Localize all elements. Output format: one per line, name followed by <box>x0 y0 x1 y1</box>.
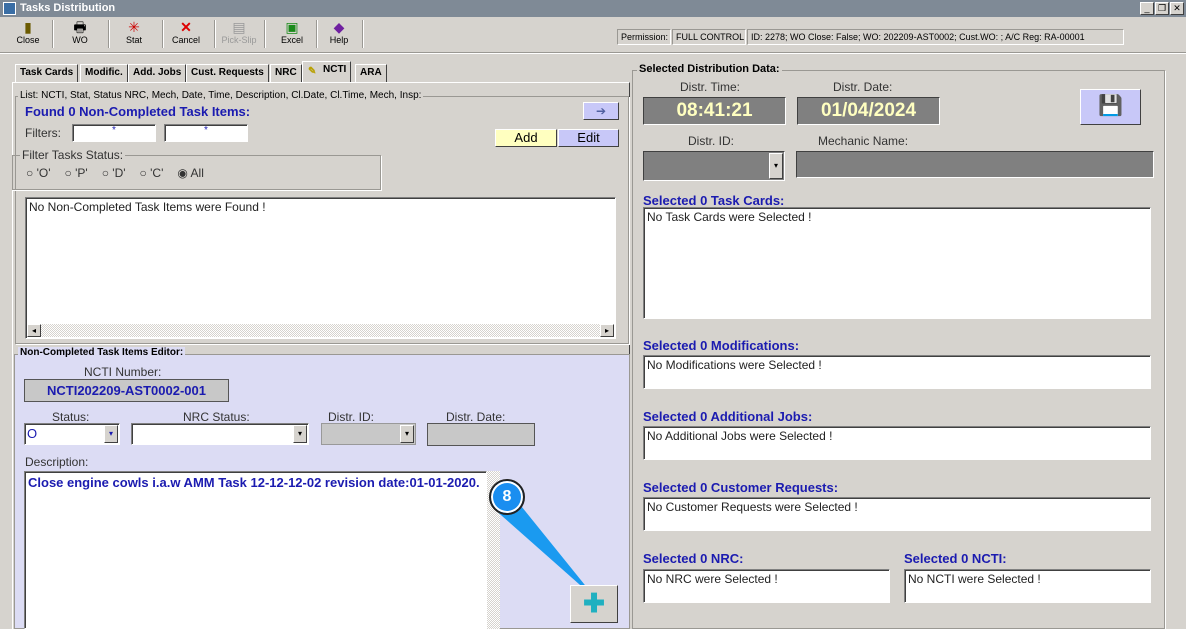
nrc-title: Selected 0 NRC: <box>643 551 744 566</box>
editor-distr-date-field <box>427 423 535 446</box>
window-title: Tasks Distribution <box>20 2 116 14</box>
permission-label: Permission: <box>617 29 671 45</box>
floppy-disk-icon: 💾 <box>1098 95 1123 117</box>
plus-icon: ✚ <box>583 588 605 618</box>
filters-label: Filters: <box>25 126 61 140</box>
description-label: Description: <box>25 455 89 469</box>
chevron-down-icon: ▾ <box>400 425 414 443</box>
minimize-button[interactable]: _ <box>1140 2 1154 15</box>
tab-ncti[interactable]: ✎ NCTI <box>302 61 352 82</box>
ncti-title: Selected 0 NCTI: <box>904 551 1007 566</box>
distr-id-label: Distr. ID: <box>688 134 735 148</box>
chevron-down-icon: ▾ <box>293 425 307 443</box>
ncti-number-label: NCTI Number: <box>84 365 162 379</box>
scroll-right-button[interactable]: ▸ <box>600 324 614 337</box>
editor-distr-id-select[interactable]: ▾ <box>321 423 416 445</box>
tab-nrc[interactable]: NRC <box>270 64 302 82</box>
distr-date-label: Distr. Date: <box>833 80 893 94</box>
distribution-caption: Selected Distribution Data: <box>637 63 782 75</box>
distr-time-label: Distr. Time: <box>680 80 741 94</box>
distr-date-field: 01/04/2024 <box>797 97 940 125</box>
ncti-list[interactable]: No NCTI were Selected ! <box>904 569 1151 603</box>
radio-d[interactable]: ○ 'D' <box>102 166 126 180</box>
arrow-right-icon: ➔ <box>595 104 607 118</box>
modifications-title: Selected 0 Modifications: <box>643 338 800 353</box>
help-button[interactable]: ◆ Help <box>320 19 358 49</box>
printer-icon: 🖶 <box>73 19 87 35</box>
status-select[interactable]: O ▾ <box>24 423 120 445</box>
mechanic-name-label: Mechanic Name: <box>818 134 909 148</box>
close-button[interactable]: ▮ Close <box>8 19 48 49</box>
door-exit-icon: ▮ <box>24 19 32 35</box>
add-item-button[interactable]: ✚ <box>570 585 618 623</box>
red-x-icon: ✕ <box>180 19 192 35</box>
save-button[interactable]: 💾 <box>1080 89 1141 125</box>
description-textarea[interactable]: Close engine cowls i.a.w AMM Task 12-12-… <box>24 471 487 629</box>
additional-jobs-title: Selected 0 Additional Jobs: <box>643 409 813 424</box>
close-window-button[interactable]: ✕ <box>1170 2 1184 15</box>
nrc-status-label: NRC Status: <box>183 410 250 424</box>
horizontal-scrollbar[interactable]: ◂ ▸ <box>27 324 614 337</box>
editor-caption: Non-Completed Task Items Editor: <box>18 347 186 358</box>
app-icon <box>3 2 16 15</box>
permission-value: FULL CONTROL <box>672 29 746 45</box>
distr-time-field: 08:41:21 <box>643 97 786 125</box>
task-items-list[interactable]: No Non-Completed Task Items were Found ! <box>25 197 616 339</box>
ncti-number-field: NCTI202209-AST0002-001 <box>24 379 229 402</box>
status-radio-group: ○ 'O' ○ 'P' ○ 'D' ○ 'C' ◉ All <box>26 166 204 180</box>
editor-distr-date-label: Distr. Date: <box>446 410 506 424</box>
chevron-down-icon: ▾ <box>104 425 118 443</box>
excel-button[interactable]: ▣ Excel <box>272 19 312 49</box>
stat-button[interactable]: ✳ Stat <box>114 19 154 49</box>
tab-task-cards[interactable]: Task Cards <box>15 64 79 82</box>
filter-input-2[interactable]: * <box>164 124 248 142</box>
mechanic-name-field[interactable] <box>796 151 1154 178</box>
additional-jobs-list[interactable]: No Additional Jobs were Selected ! <box>643 426 1151 460</box>
radio-o[interactable]: ○ 'O' <box>26 166 51 180</box>
scroll-left-button[interactable]: ◂ <box>27 324 41 337</box>
customer-requests-list[interactable]: No Customer Requests were Selected ! <box>643 497 1151 531</box>
callout-badge: 8 <box>489 479 525 515</box>
add-button[interactable]: Add <box>495 129 557 147</box>
chevron-down-icon: ▾ <box>769 153 783 179</box>
status-label: Status: <box>52 410 90 424</box>
maximize-button[interactable]: ❐ <box>1155 2 1169 15</box>
filter-input-1[interactable]: * <box>72 124 156 142</box>
tab-add-jobs[interactable]: Add. Jobs <box>128 64 187 82</box>
cancel-button[interactable]: ✕ Cancel <box>166 19 206 49</box>
modifications-list[interactable]: No Modifications were Selected ! <box>643 355 1151 389</box>
asterisk-icon: ✳ <box>128 19 140 35</box>
task-cards-list[interactable]: No Task Cards were Selected ! <box>643 207 1151 319</box>
excel-icon: ▣ <box>285 19 299 35</box>
radio-all[interactable]: ◉ All <box>177 166 204 180</box>
radio-c[interactable]: ○ 'C' <box>140 166 164 180</box>
edit-button[interactable]: Edit <box>558 129 619 147</box>
tab-modific[interactable]: Modific. <box>80 64 128 82</box>
distr-id-select[interactable]: ▾ <box>643 151 785 181</box>
task-cards-title: Selected 0 Task Cards: <box>643 193 785 208</box>
help-book-icon: ◆ <box>333 19 345 35</box>
wo-info: ID: 2278; WO Close: False; WO: 202209-AS… <box>747 29 1124 45</box>
found-count: Found 0 Non-Completed Task Items: <box>25 104 251 119</box>
wo-button[interactable]: 🖶 WO <box>60 19 100 49</box>
nrc-list[interactable]: No NRC were Selected ! <box>643 569 890 603</box>
notepad-icon: ✎ <box>308 66 317 77</box>
arrow-right-button[interactable]: ➔ <box>583 102 619 120</box>
radio-p[interactable]: ○ 'P' <box>65 166 88 180</box>
status-filter-caption: Filter Tasks Status: <box>20 148 126 162</box>
title-bar: Tasks Distribution <box>0 0 1186 17</box>
pick-slip-button[interactable]: ▤ Pick-Slip <box>218 19 260 49</box>
tab-ara[interactable]: ARA <box>355 64 387 82</box>
tab-cust-requests[interactable]: Cust. Requests <box>186 64 269 82</box>
nrc-status-select[interactable]: ▾ <box>131 423 309 445</box>
pick-slip-icon: ▤ <box>232 19 246 35</box>
list-caption: List: NCTI, Stat, Status NRC, Mech, Date… <box>18 90 424 101</box>
customer-requests-title: Selected 0 Customer Requests: <box>643 480 839 495</box>
editor-distr-id-label: Distr. ID: <box>328 410 375 424</box>
